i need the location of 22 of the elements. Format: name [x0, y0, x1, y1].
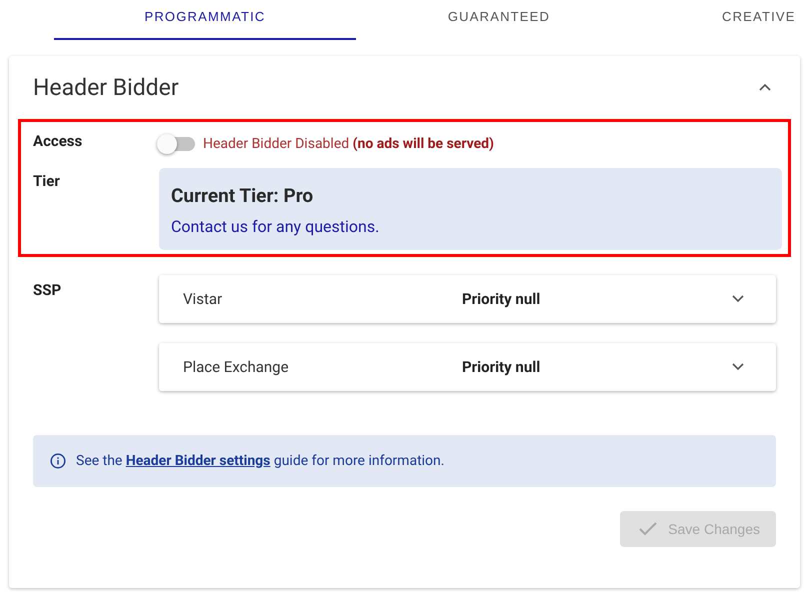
status-text: Header Bidder Disabled (no ads will be served) — [203, 136, 494, 152]
ssp-name: Vistar — [183, 290, 224, 308]
settings-link[interactable]: Header Bidder settings — [126, 453, 270, 469]
toggle-switch[interactable] — [159, 137, 195, 151]
panel-title: Header Bidder — [33, 74, 179, 100]
field-label: Tier — [33, 171, 61, 192]
ssp-name: Place Exchange — [183, 358, 290, 376]
priority-text: Priority null — [462, 290, 542, 308]
field-label: Access — [33, 131, 84, 152]
contact-text: Contact us for any questions. — [171, 217, 380, 236]
check-icon — [638, 521, 658, 537]
ssp-row[interactable]: Place Exchange Priority null — [159, 343, 776, 391]
chevron-icon[interactable] — [759, 83, 771, 91]
chevron-icon[interactable] — [732, 295, 744, 303]
tab[interactable]: PROGRAMMATIC — [54, 0, 356, 40]
info-icon — [50, 453, 66, 469]
field-label: SSP — [33, 280, 62, 301]
ssp-row[interactable]: Vistar Priority null — [159, 275, 776, 323]
info-text: See the Header Bidder settings guide for more information. — [76, 453, 444, 469]
priority-text: Priority null — [462, 358, 542, 376]
tier-heading: Current Tier: Pro — [171, 184, 314, 207]
chevron-icon[interactable] — [732, 363, 744, 371]
